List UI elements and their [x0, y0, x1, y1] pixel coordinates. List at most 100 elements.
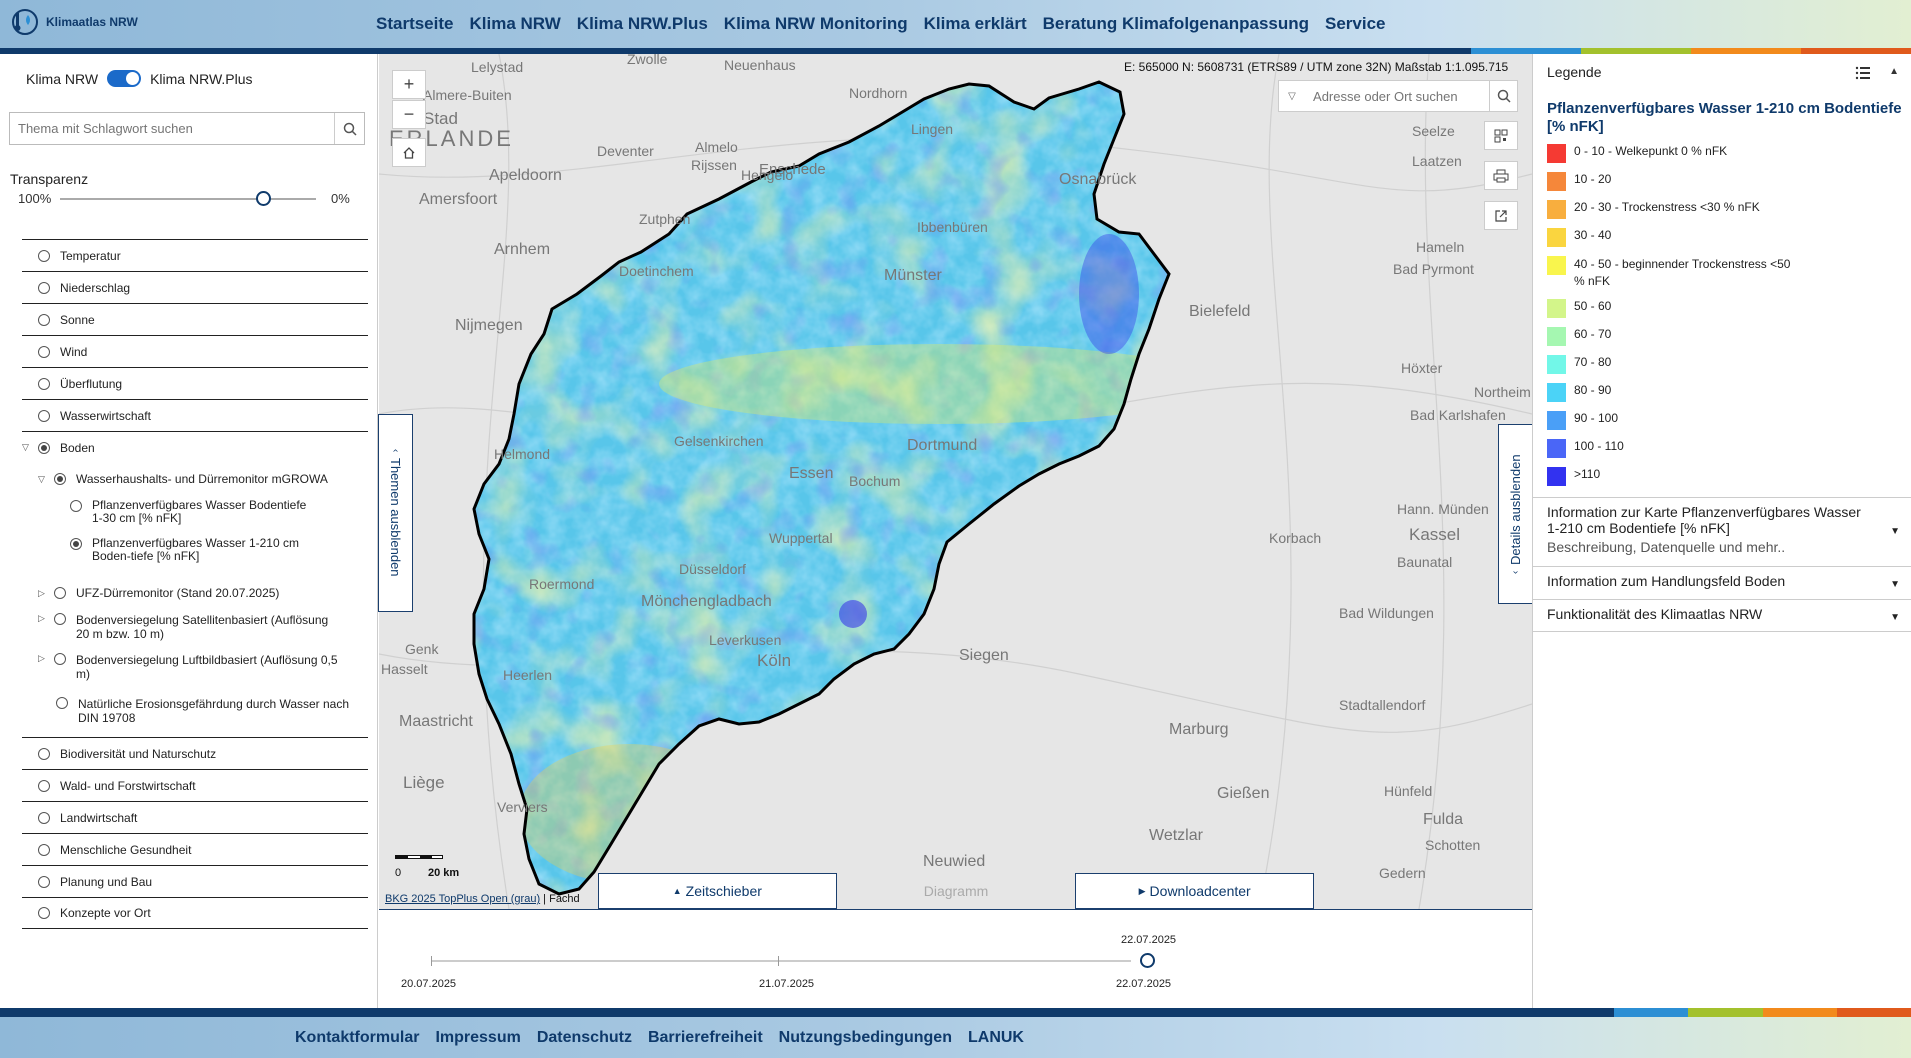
toggle-label-klima-nrw: Klima NRW — [26, 70, 99, 87]
qr-code-button[interactable] — [1484, 121, 1518, 150]
legend-swatch — [1547, 355, 1566, 374]
topic-versiegelung-luft[interactable]: ▷ Bodenversiegelung Luftbildbasiert (Auf… — [22, 653, 368, 697]
print-button[interactable] — [1484, 161, 1518, 190]
topic-gesundheit[interactable]: Menschliche Gesundheit — [22, 833, 368, 865]
map-tabbar: ▲ Zeitschieber Diagramm ▶ Downloadcenter — [598, 873, 1315, 909]
topic-ufz[interactable]: ▷ UFZ-Dürremonitor (Stand 20.07.2025) — [22, 577, 368, 609]
legend-swatch — [1547, 256, 1566, 275]
topic-landwirtschaft[interactable]: Landwirtschaft — [22, 801, 368, 833]
topic-ueberflutung[interactable]: Überflutung — [22, 367, 368, 399]
footer-link-barrierefreiheit[interactable]: Barrierefreiheit — [648, 1029, 763, 1047]
chevron-down-icon[interactable]: ▽ — [22, 442, 38, 453]
place-label: Rijssen — [691, 157, 737, 173]
radio-icon[interactable] — [54, 473, 66, 485]
themes-hide-tab[interactable]: ‹ Themen ausblenden — [378, 414, 413, 612]
topic-label: Pflanzenverfügbares Wasser Bodentiefe 1-… — [92, 498, 307, 525]
nav-startseite[interactable]: Startseite — [376, 14, 453, 34]
nav-service[interactable]: Service — [1325, 14, 1386, 34]
nav-klima-erklaert[interactable]: Klima erklärt — [924, 14, 1027, 34]
address-search-input[interactable] — [1305, 88, 1490, 104]
tab-downloadcenter[interactable]: ▶ Downloadcenter — [1075, 873, 1315, 909]
radio-icon[interactable] — [38, 409, 50, 422]
topic-niederschlag[interactable]: Niederschlag — [22, 271, 368, 303]
radio-icon[interactable] — [38, 907, 50, 919]
nav-klima-nrw[interactable]: Klima NRW — [469, 14, 560, 34]
layer-pflanzenwasser-30[interactable]: Pflanzenverfügbares Wasser Bodentiefe 1-… — [22, 495, 368, 533]
accordion-handlungsfeld[interactable]: Information zum Handlungsfeld Boden ▼ — [1533, 566, 1911, 599]
home-button[interactable] — [392, 138, 426, 167]
radio-icon[interactable] — [54, 653, 66, 665]
radio-icon[interactable] — [70, 538, 82, 550]
address-search-button[interactable] — [1489, 80, 1517, 112]
legend-label: 40 - 50 - beginnender Trockenstress <50 … — [1574, 257, 1791, 288]
radio-icon[interactable] — [38, 377, 50, 390]
topic-boden[interactable]: ▽ Boden — [22, 431, 368, 463]
topic-sonne[interactable]: Sonne — [22, 303, 368, 335]
footer-link-datenschutz[interactable]: Datenschutz — [537, 1029, 632, 1047]
radio-icon[interactable] — [38, 875, 50, 888]
radio-icon[interactable] — [54, 613, 66, 625]
nav-klima-nrw-monitoring[interactable]: Klima NRW Monitoring — [724, 14, 908, 34]
zoom-in-button[interactable]: + — [392, 70, 426, 99]
radio-icon[interactable] — [56, 697, 68, 709]
tab-zeitschieber[interactable]: ▲ Zeitschieber — [598, 873, 837, 909]
topic-versiegelung-sat[interactable]: ▷ Bodenversiegelung Satellitenbasiert (A… — [22, 609, 368, 653]
topic-erosion[interactable]: Natürliche Erosionsgefährdung durch Wass… — [22, 697, 368, 737]
topic-temperatur[interactable]: Temperatur — [22, 239, 368, 271]
timeline-track[interactable] — [431, 953, 1155, 968]
radio-icon[interactable] — [38, 843, 50, 856]
radio-icon[interactable] — [38, 779, 50, 792]
topic-mgrowa[interactable]: ▽ Wasserhaushalts- und Dürremonitor mGRO… — [22, 463, 368, 495]
share-button[interactable] — [1484, 201, 1518, 230]
accordion-funktionalitaet[interactable]: Funktionalität des Klimaatlas NRW ▼ — [1533, 599, 1911, 632]
nav-beratung[interactable]: Beratung Klimafolgenanpassung — [1043, 14, 1309, 34]
topic-planung[interactable]: Planung und Bau — [22, 865, 368, 897]
radio-icon[interactable] — [70, 500, 82, 512]
topic-search-input[interactable] — [10, 113, 334, 144]
layer-pflanzenwasser-210[interactable]: Pflanzenverfügbares Wasser 1-210 cm Bode… — [22, 533, 368, 577]
radio-icon[interactable] — [38, 313, 50, 326]
chevron-right-icon[interactable]: ▷ — [38, 588, 54, 599]
topic-biodiversitaet[interactable]: Biodiversität und Naturschutz — [22, 737, 368, 769]
footer-link-lanuk[interactable]: LANUK — [968, 1029, 1024, 1047]
radio-icon[interactable] — [38, 281, 50, 294]
logo[interactable]: Klimaatlas NRW — [8, 6, 138, 38]
accordion-subtitle: Beschreibung, Datenquelle und mehr.. — [1547, 539, 1786, 555]
place-label: Hünfeld — [1384, 783, 1432, 799]
footer-link-nutzungsbedingungen[interactable]: Nutzungsbedingungen — [779, 1029, 952, 1047]
topic-konzepte[interactable]: Konzepte vor Ort — [22, 897, 368, 929]
radio-icon[interactable] — [54, 587, 66, 599]
search-button[interactable] — [334, 113, 364, 144]
mode-switch[interactable] — [107, 70, 142, 87]
topic-wasserwirtschaft[interactable]: Wasserwirtschaft — [22, 399, 368, 431]
chevron-down-icon[interactable]: ▽ — [38, 474, 54, 485]
nav-klima-nrw-plus[interactable]: Klima NRW.Plus — [577, 14, 708, 34]
details-hide-tab[interactable]: ‹ Details ausblenden — [1498, 424, 1533, 604]
themes-panel: Klima NRW Klima NRW.Plus Transparenz 100… — [0, 54, 378, 1008]
zoom-out-button[interactable]: − — [392, 100, 426, 129]
footer-link-kontakt[interactable]: Kontaktformular — [295, 1029, 419, 1047]
collapse-up-icon[interactable]: ▲ — [1889, 66, 1899, 77]
topic-wind[interactable]: Wind — [22, 335, 368, 367]
attribution-link[interactable]: BKG 2025 TopPlus Open (grau) — [385, 893, 540, 905]
radio-icon[interactable] — [38, 811, 50, 824]
timeline-handle[interactable] — [1140, 953, 1155, 968]
place-label: Laatzen — [1412, 153, 1462, 169]
header: Klimaatlas NRW Startseite Klima NRW Klim… — [0, 0, 1911, 48]
radio-icon[interactable] — [38, 249, 50, 262]
chevron-right-icon[interactable]: ▷ — [38, 613, 54, 624]
transparency-slider[interactable] — [60, 191, 316, 206]
footer-link-impressum[interactable]: Impressum — [435, 1029, 520, 1047]
topic-wald[interactable]: Wald- und Forstwirtschaft — [22, 769, 368, 801]
legend-header: Legende — [1547, 64, 1602, 80]
chevron-down-icon[interactable]: ▽ — [1279, 91, 1305, 102]
radio-icon[interactable] — [38, 747, 50, 760]
legend-list-button[interactable] — [1855, 66, 1871, 83]
slider-handle[interactable] — [256, 191, 271, 206]
radio-icon[interactable] — [38, 345, 50, 358]
chevron-right-icon[interactable]: ▷ — [38, 653, 54, 664]
radio-icon[interactable] — [38, 441, 50, 454]
map-canvas[interactable]: Lelystad Zwolle Neuenhaus Almere-Buiten … — [379, 54, 1532, 909]
place-label: Bad Karlshafen — [1410, 407, 1506, 423]
accordion-info-karte[interactable]: Information zur Karte Pflanzenverfügbare… — [1533, 497, 1911, 566]
